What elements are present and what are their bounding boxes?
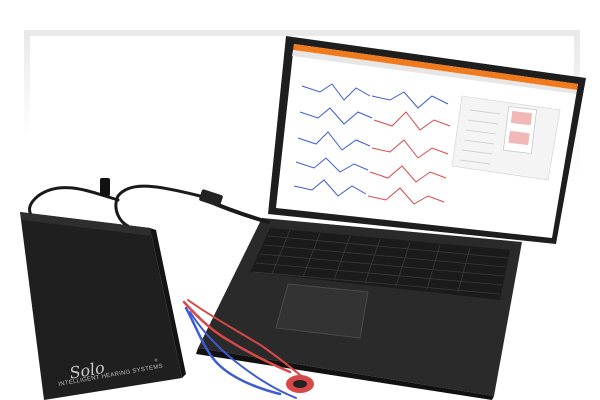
touchpad <box>275 283 369 339</box>
laptop-base <box>196 218 522 400</box>
side-panel <box>451 95 561 181</box>
device-connector <box>100 178 110 196</box>
laptop-screen <box>268 36 586 244</box>
product-photo: Solo INTELLIGENT HEARING SYSTEMS <box>0 0 600 400</box>
status-led <box>154 358 158 362</box>
photo-illustration <box>20 36 586 400</box>
